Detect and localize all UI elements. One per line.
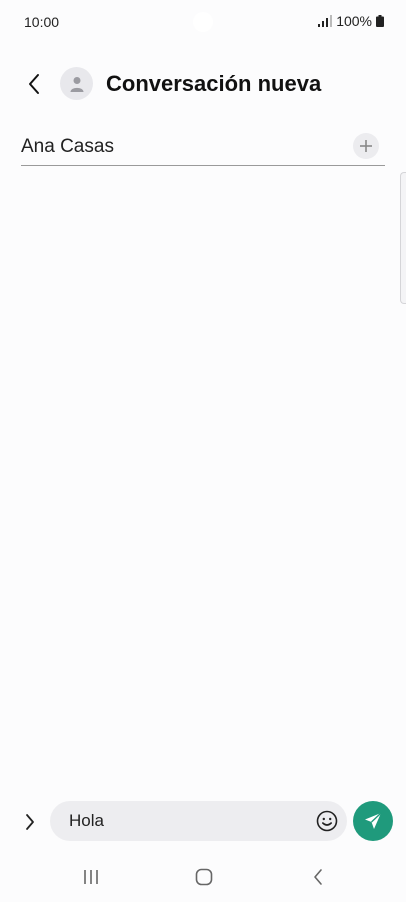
page-title: Conversación nueva [106,71,322,96]
send-icon [365,812,382,829]
emoji-icon [316,810,338,832]
message-field [50,801,347,841]
contact-avatar-icon [70,76,83,92]
message-composer [0,800,406,844]
recent-apps-button[interactable] [71,864,111,890]
add-recipient-button[interactable] [353,133,379,159]
recipient-field[interactable]: Ana Casas [21,130,385,166]
status-bar: 10:00 100% [0,0,406,44]
send-button[interactable] [353,801,393,841]
emoji-button[interactable] [316,810,338,832]
camera-cutout [193,12,213,32]
back-arrow-icon [29,74,39,94]
expand-options-button[interactable] [18,808,42,836]
conversation-header: Conversación nueva [0,62,406,106]
chevron-right-icon [26,814,34,830]
scroll-handle[interactable] [400,172,406,304]
message-input[interactable] [69,801,309,841]
system-navigation-bar [0,856,406,898]
nav-back-button[interactable] [298,864,338,890]
recent-apps-icon [84,870,98,884]
back-icon [314,869,322,885]
back-button[interactable] [18,66,50,102]
recipient-name[interactable]: Ana Casas [21,136,114,158]
home-icon [195,868,213,886]
plus-icon [360,140,372,152]
status-indicators: 100% [318,13,384,29]
signal-icon [318,15,333,27]
battery-level: 100% [336,13,372,29]
status-time: 10:00 [24,14,60,30]
avatar[interactable] [60,67,93,100]
battery-icon [376,15,384,27]
home-button[interactable] [184,864,224,890]
